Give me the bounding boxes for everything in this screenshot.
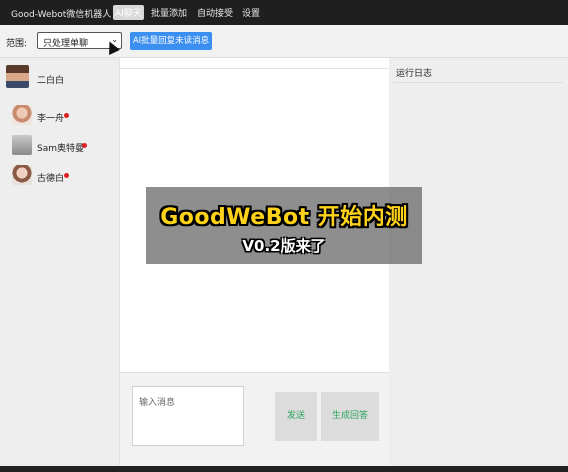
contact-item[interactable]: Sam奥特曼 [0,133,119,159]
promo-headline: GoodWeBot 开始内测 [160,205,408,230]
app-title: Good-Webot微信机器人 [11,10,112,20]
contact-name: Sam奥特曼 [37,144,84,154]
chat-compose-area: 输入消息 发送 生成回答 [120,372,390,467]
log-divider [393,82,563,83]
contact-name: 二白白 [37,76,65,86]
scope-select-value: 只处理单聊 [43,39,89,49]
unread-dot-icon [64,113,69,118]
message-input[interactable]: 输入消息 [132,386,244,446]
top-nav-bar: Good-Webot微信机器人 AI聊天 批量添加 自动接受 设置 [0,0,568,25]
nav-ai-chat[interactable]: AI聊天 [113,5,144,20]
avatar [12,135,32,155]
unread-dot-icon [64,173,69,178]
promo-banner: GoodWeBot 开始内测 V0.2版来了 [146,187,422,264]
unread-dot-icon [82,143,87,148]
avatar [12,165,32,185]
contact-name: 古德白 [37,174,65,184]
contact-item[interactable]: 古德白 [0,163,119,189]
contact-name: 李一舟 [37,114,65,124]
scope-label: 范围: [6,39,28,49]
toolbar: 范围: 只处理单聊 ⌄ AI批量回复未读消息 [0,25,568,58]
batch-reply-button[interactable]: AI批量回复未读消息 [130,32,212,50]
avatar [6,65,29,88]
nav-settings[interactable]: 设置 [240,5,262,20]
log-title: 运行日志 [396,69,433,79]
promo-subheadline: V0.2版来了 [242,237,326,255]
nav-auto-accept[interactable]: 自动接受 [195,5,235,20]
chat-header-divider [120,68,390,69]
nav-batch-add[interactable]: 批量添加 [149,5,189,20]
send-button[interactable]: 发送 [275,392,317,441]
bottom-edge [0,466,568,472]
message-input-placeholder: 输入消息 [139,398,176,408]
contact-item[interactable]: 二白白 [0,63,119,89]
contact-list: 二白白 李一舟 Sam奥特曼 古德白 [0,58,119,466]
contact-item[interactable]: 李一舟 [0,103,119,129]
avatar [12,105,32,125]
generate-reply-button[interactable]: 生成回答 [321,392,379,441]
